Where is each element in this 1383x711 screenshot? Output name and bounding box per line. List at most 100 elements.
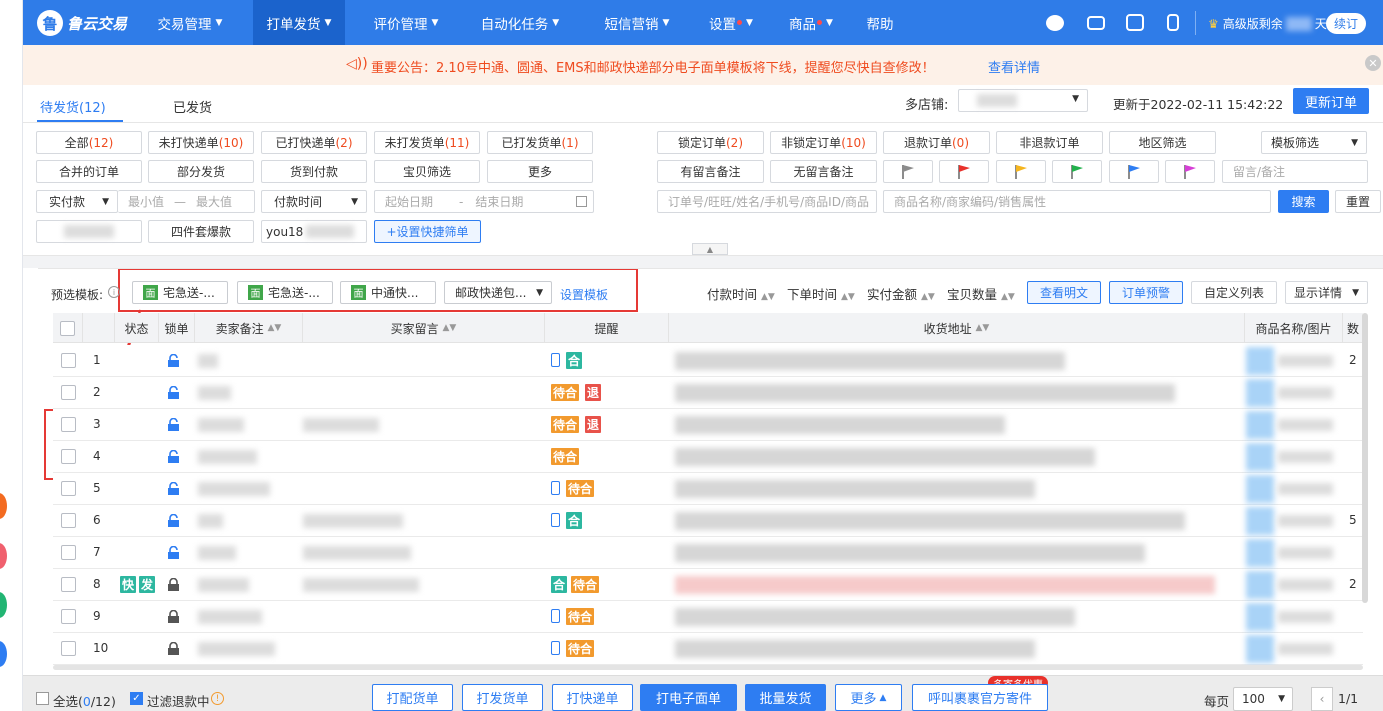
bottom-button-0[interactable]: 打配货单	[372, 684, 453, 711]
date-range-input[interactable]: 起始日期 - 结束日期	[374, 190, 594, 213]
horizontal-scrollbar[interactable]	[53, 665, 1363, 670]
side-dot-blue-icon[interactable]	[0, 641, 7, 667]
nav-item-3[interactable]: 自动化任务 ▼	[469, 0, 571, 45]
reset-button[interactable]: 重置	[1335, 190, 1381, 213]
lock-closed-icon[interactable]	[166, 610, 180, 623]
goods-thumb[interactable]	[1246, 539, 1274, 567]
filter-row2-2[interactable]: 货到付款	[261, 160, 367, 183]
display-detail-select[interactable]: 显示详情 ▼	[1285, 281, 1368, 304]
quick-filter-you[interactable]: you18	[261, 220, 367, 243]
order-search-input[interactable]: 订单号/旺旺/姓名/手机号/商品ID/商品	[657, 190, 877, 213]
filter-row2-3[interactable]: 宝贝筛选	[374, 160, 480, 183]
tab-pending[interactable]: 待发货(12)	[40, 97, 106, 116]
bottom-button-5[interactable]: 更多 ▲	[835, 684, 902, 711]
lock-closed-icon[interactable]	[166, 578, 180, 591]
filter-3[interactable]: 未打发货单 (11)	[374, 131, 480, 154]
lock-open-icon[interactable]	[166, 482, 180, 495]
lock-open-icon[interactable]	[166, 450, 180, 463]
row-checkbox[interactable]	[61, 353, 76, 368]
table-row[interactable]: 6 合 5	[53, 505, 1363, 537]
goods-thumb[interactable]	[1246, 475, 1274, 503]
nav-item-2[interactable]: 评价管理 ▼	[363, 0, 449, 45]
flag-filter-3[interactable]	[1052, 160, 1102, 183]
sort-3[interactable]: 宝贝数量 ▲▼	[947, 284, 1015, 303]
flag-filter-4[interactable]	[1109, 160, 1159, 183]
tab-shipped[interactable]: 已发货	[173, 97, 212, 116]
nav-item-0[interactable]: 交易管理 ▼	[147, 0, 233, 45]
row-checkbox[interactable]	[61, 417, 76, 432]
prev-page-button[interactable]: ‹	[1311, 687, 1333, 711]
renew-button[interactable]: 续订	[1326, 13, 1366, 34]
goods-thumb[interactable]	[1246, 443, 1274, 471]
row-checkbox[interactable]	[61, 545, 76, 560]
setup-template-link[interactable]: 设置模板	[560, 286, 608, 303]
lock-open-icon[interactable]	[166, 546, 180, 559]
goods-thumb[interactable]	[1246, 379, 1274, 407]
table-row[interactable]: 9 待合	[53, 601, 1363, 633]
table-row[interactable]: 7	[53, 537, 1363, 569]
row-checkbox[interactable]	[61, 449, 76, 464]
row-checkbox[interactable]	[61, 481, 76, 496]
mobile-icon[interactable]	[1167, 14, 1179, 31]
goods-thumb[interactable]	[1246, 635, 1274, 663]
lock-open-icon[interactable]	[166, 514, 180, 527]
row-checkbox[interactable]	[61, 641, 76, 656]
template-0[interactable]: 面宅急送-...	[132, 281, 228, 304]
nav-item-1[interactable]: 打单发货 ▼	[253, 0, 345, 45]
table-row[interactable]: 3 待合退	[53, 409, 1363, 441]
filter-right-4[interactable]: 地区筛选	[1109, 131, 1216, 154]
filter-right-2[interactable]: 退款订单 (0)	[883, 131, 990, 154]
time-select[interactable]: 付款时间 ▼	[261, 190, 367, 213]
goods-search-input[interactable]: 商品名称/商家编码/销售属性	[883, 190, 1271, 213]
filter-row2-4[interactable]: 更多	[487, 160, 593, 183]
multi-store-select[interactable]: ▼	[958, 89, 1088, 112]
filter-refund-checkbox[interactable]: ✓	[130, 692, 143, 705]
custom-list-button[interactable]: 自定义列表	[1191, 281, 1277, 304]
app-logo[interactable]: 鲁 鲁云交易	[37, 9, 127, 37]
lock-open-icon[interactable]	[166, 418, 180, 431]
header-buyer-msg[interactable]: 买家留言 ▲▼	[303, 313, 545, 343]
row-checkbox[interactable]	[61, 609, 76, 624]
template-filter-select[interactable]: 模板筛选 ▼	[1261, 131, 1367, 154]
remark-filter-1[interactable]: 无留言备注	[770, 160, 877, 183]
header-address[interactable]: 收货地址 ▲▼	[669, 313, 1245, 343]
goods-thumb[interactable]	[1246, 411, 1274, 439]
remark-filter-0[interactable]: 有留言备注	[657, 160, 764, 183]
close-icon[interactable]: ✕	[1365, 55, 1381, 71]
sort-2[interactable]: 实付金额 ▲▼	[867, 284, 935, 303]
nav-item-5[interactable]: 设置 ▼	[698, 0, 764, 45]
lock-open-icon[interactable]	[166, 354, 180, 367]
select-all-bottom-checkbox[interactable]	[36, 692, 49, 705]
info-icon[interactable]: i	[108, 286, 120, 298]
table-row[interactable]: 1 合 2	[53, 345, 1363, 377]
table-row[interactable]: 4 待合	[53, 441, 1363, 473]
lock-open-icon[interactable]	[166, 386, 180, 399]
quick-filter-blurred[interactable]	[36, 220, 142, 243]
mascot-icon[interactable]	[1046, 15, 1064, 31]
select-all-checkbox[interactable]	[60, 320, 75, 336]
filter-right-1[interactable]: 非锁定订单 (10)	[770, 131, 877, 154]
flag-filter-5[interactable]	[1165, 160, 1215, 183]
filter-0[interactable]: 全部 (12)	[36, 131, 142, 154]
search-button[interactable]: 搜索	[1278, 190, 1329, 213]
template-select[interactable]: 邮政快递包... ▼	[444, 281, 552, 304]
bottom-button-2[interactable]: 打快递单	[552, 684, 633, 711]
order-warning-button[interactable]: 订单预警	[1109, 281, 1183, 304]
view-plaintext-button[interactable]: 查看明文	[1027, 281, 1101, 304]
table-row[interactable]: 5 待合	[53, 473, 1363, 505]
table-row[interactable]: 10 待合	[53, 633, 1363, 665]
lock-closed-icon[interactable]	[166, 642, 180, 655]
ticket-icon[interactable]	[1087, 16, 1105, 30]
side-dot-orange-icon[interactable]	[0, 493, 7, 519]
nav-item-6[interactable]: 商品 ▼	[779, 0, 843, 45]
template-2[interactable]: 面中通快...	[340, 281, 436, 304]
vertical-scrollbar[interactable]	[1362, 313, 1368, 603]
side-dot-green-icon[interactable]	[0, 592, 7, 618]
warning-icon[interactable]: !	[211, 692, 224, 705]
table-row[interactable]: 2 待合退	[53, 377, 1363, 409]
bottom-button-1[interactable]: 打发货单	[462, 684, 543, 711]
amount-range-input[interactable]: 最小值 — 最大值	[118, 190, 255, 213]
bottom-button-4[interactable]: 批量发货	[745, 684, 826, 711]
row-checkbox[interactable]	[61, 577, 76, 592]
remark-input[interactable]: 留言/备注	[1222, 160, 1368, 183]
